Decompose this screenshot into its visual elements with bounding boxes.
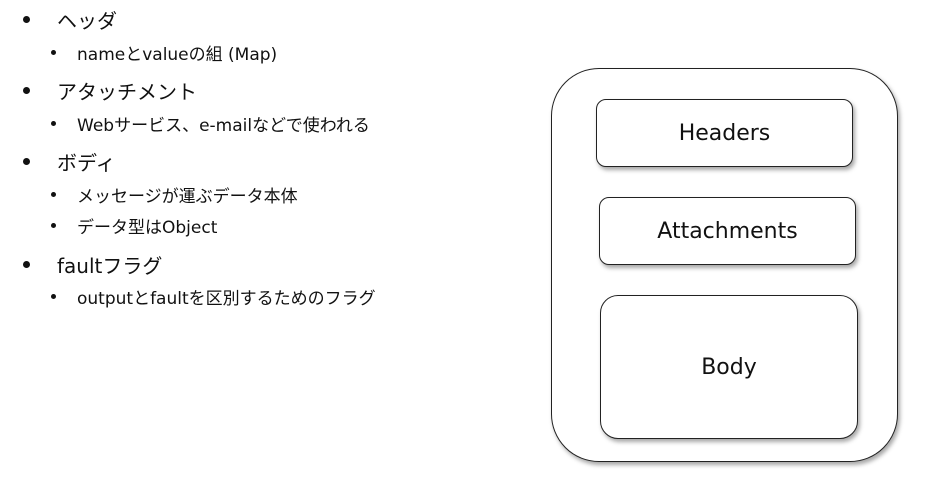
headers-box-label: Headers (678, 120, 771, 146)
bullet-attachment: アタッチメント (23, 76, 197, 105)
sub-bullet-fault-purpose: outputとfaultを区別するためのフラグ (51, 284, 376, 309)
bullet-fault-flag: faultフラグ (23, 250, 163, 279)
sub-bullet-dot (51, 294, 56, 299)
bullet-label: ヘッダ (57, 9, 117, 33)
sub-bullet-label: Webサービス、e-mailなどで使われる (77, 116, 370, 136)
bullet-dot (23, 261, 30, 268)
bullet-body: ボディ (23, 147, 116, 176)
bullet-header: ヘッダ (23, 5, 117, 34)
bullet-label: faultフラグ (57, 254, 163, 278)
sub-bullet-dot (51, 121, 56, 126)
sub-bullet-label: nameとvalueの組 (Map) (77, 45, 278, 65)
sub-bullet-label: データ型はObject (77, 218, 218, 238)
sub-bullet-body-data: メッセージが運ぶデータ本体 (51, 182, 298, 207)
sub-bullet-body-type: データ型はObject (51, 213, 218, 238)
sub-bullet-label: メッセージが運ぶデータ本体 (77, 187, 298, 207)
bullet-dot (23, 87, 30, 94)
headers-box: Headers (596, 99, 853, 167)
bullet-dot (23, 16, 30, 23)
sub-bullet-dot (51, 50, 56, 55)
body-box: Body (600, 295, 858, 439)
sub-bullet-dot (51, 223, 56, 228)
attachments-box-label: Attachments (657, 218, 798, 244)
sub-bullet-header-map: nameとvalueの組 (Map) (51, 40, 278, 65)
body-box-label: Body (701, 354, 757, 380)
bullet-label: アタッチメント (57, 80, 197, 104)
attachments-box: Attachments (599, 197, 856, 265)
bullet-label: ボディ (57, 151, 116, 175)
sub-bullet-attachment-usage: Webサービス、e-mailなどで使われる (51, 111, 370, 136)
message-diagram: Headers Attachments Body (551, 68, 898, 462)
sub-bullet-dot (51, 192, 56, 197)
sub-bullet-label: outputとfaultを区別するためのフラグ (77, 289, 376, 309)
bullet-dot (23, 158, 30, 165)
